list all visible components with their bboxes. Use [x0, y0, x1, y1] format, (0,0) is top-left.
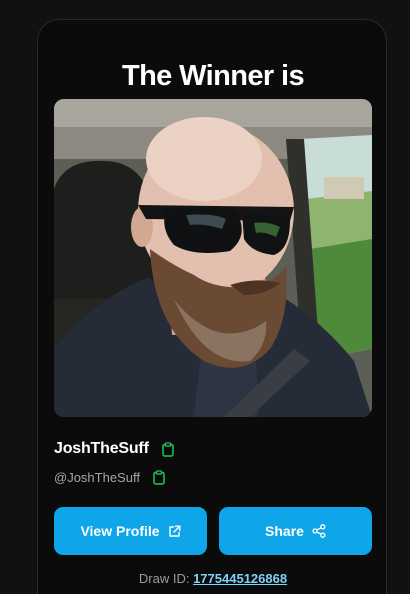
clipboard-icon: [153, 469, 165, 485]
copy-handle-button[interactable]: [151, 468, 167, 486]
draw-id-link[interactable]: 1775445126868: [193, 571, 287, 586]
winner-handle: @JoshTheSuff: [54, 469, 140, 485]
view-profile-label: View Profile: [80, 523, 160, 539]
winner-name: JoshTheSuff: [54, 440, 149, 457]
share-icon: [312, 524, 326, 538]
view-profile-button[interactable]: View Profile: [54, 507, 207, 555]
winner-card: The Winner is JoshTheSuff @JoshTheSuff V…: [37, 19, 387, 594]
share-button[interactable]: Share: [219, 507, 372, 555]
winner-title: The Winner is: [121, 60, 305, 92]
draw-info: Draw ID: 1775445126868: [38, 571, 388, 586]
winner-handle-row: @JoshTheSuff: [54, 467, 167, 487]
page: The Winner is JoshTheSuff @JoshTheSuff V…: [0, 0, 410, 594]
copy-name-button[interactable]: [160, 440, 176, 458]
external-link-icon: [168, 525, 181, 538]
winner-photo: [54, 99, 372, 417]
share-label: Share: [265, 523, 304, 539]
draw-id-label: Draw ID:: [138, 571, 194, 586]
winner-name-row: JoshTheSuff: [54, 438, 176, 460]
clipboard-icon: [161, 441, 174, 457]
